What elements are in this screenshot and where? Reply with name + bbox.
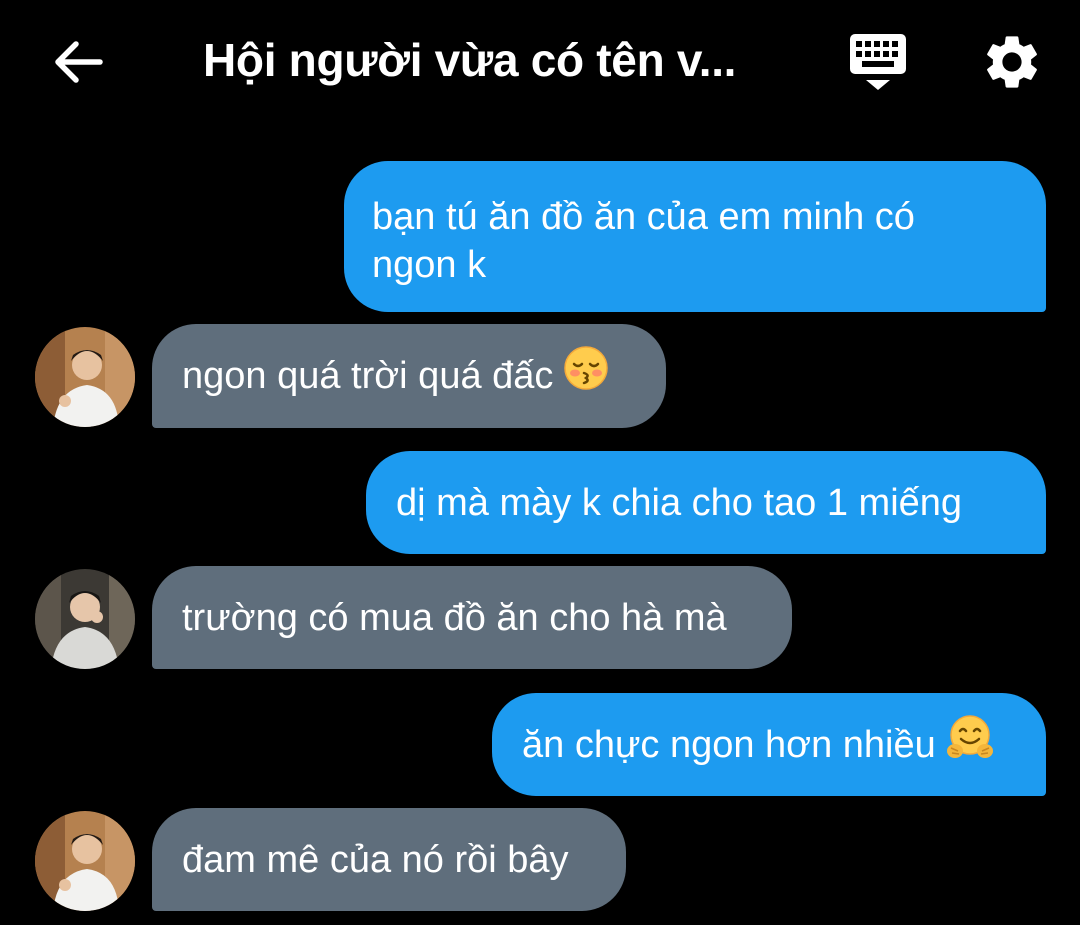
avatar-photo <box>35 811 135 911</box>
gear-icon <box>987 36 1037 88</box>
message-sent[interactable]: ăn chực ngon hơn nhiều <box>492 693 1046 796</box>
avatar[interactable] <box>35 327 135 427</box>
message-received[interactable]: đam mê của nó rồi bây <box>152 808 626 911</box>
message-sent[interactable]: bạn tú ăn đồ ăn của em minh có ngon k <box>344 161 1046 312</box>
avatar-photo <box>35 327 135 427</box>
chat-header: Hội người vừa có tên v... <box>0 0 1080 120</box>
arrow-left-icon <box>55 41 103 83</box>
message-text-line: bạn tú ăn đồ ăn của em minh có <box>372 196 915 238</box>
message-text: trường có mua đồ ăn cho hà mà <box>182 597 727 639</box>
message-text: dị mà mày k chia cho tao 1 miếng <box>396 482 963 524</box>
message-received[interactable]: trường có mua đồ ăn cho hà mà <box>152 566 792 669</box>
avatar[interactable] <box>35 811 135 911</box>
back-button[interactable] <box>50 36 106 88</box>
message-text: ăn chực ngon hơn nhiều <box>522 724 936 767</box>
avatar[interactable] <box>35 569 135 669</box>
hugging-face-icon <box>946 713 994 773</box>
chat-title: Hội người vừa có tên v... <box>203 34 737 86</box>
message-text-line: ngon k <box>372 244 487 286</box>
settings-button[interactable] <box>980 30 1044 94</box>
keyboard-hide-icon <box>850 34 906 90</box>
message-received[interactable]: ngon quá trời quá đấc <box>152 324 666 428</box>
message-sent[interactable]: dị mà mày k chia cho tao 1 miếng <box>366 451 1046 554</box>
message-text: ngon quá trời quá đấc <box>182 355 554 397</box>
message-text: đam mê của nó rồi bây <box>182 839 569 881</box>
keyboard-toggle-button[interactable] <box>846 30 910 94</box>
kissing-face-icon <box>563 345 609 403</box>
avatar-photo <box>35 569 135 669</box>
